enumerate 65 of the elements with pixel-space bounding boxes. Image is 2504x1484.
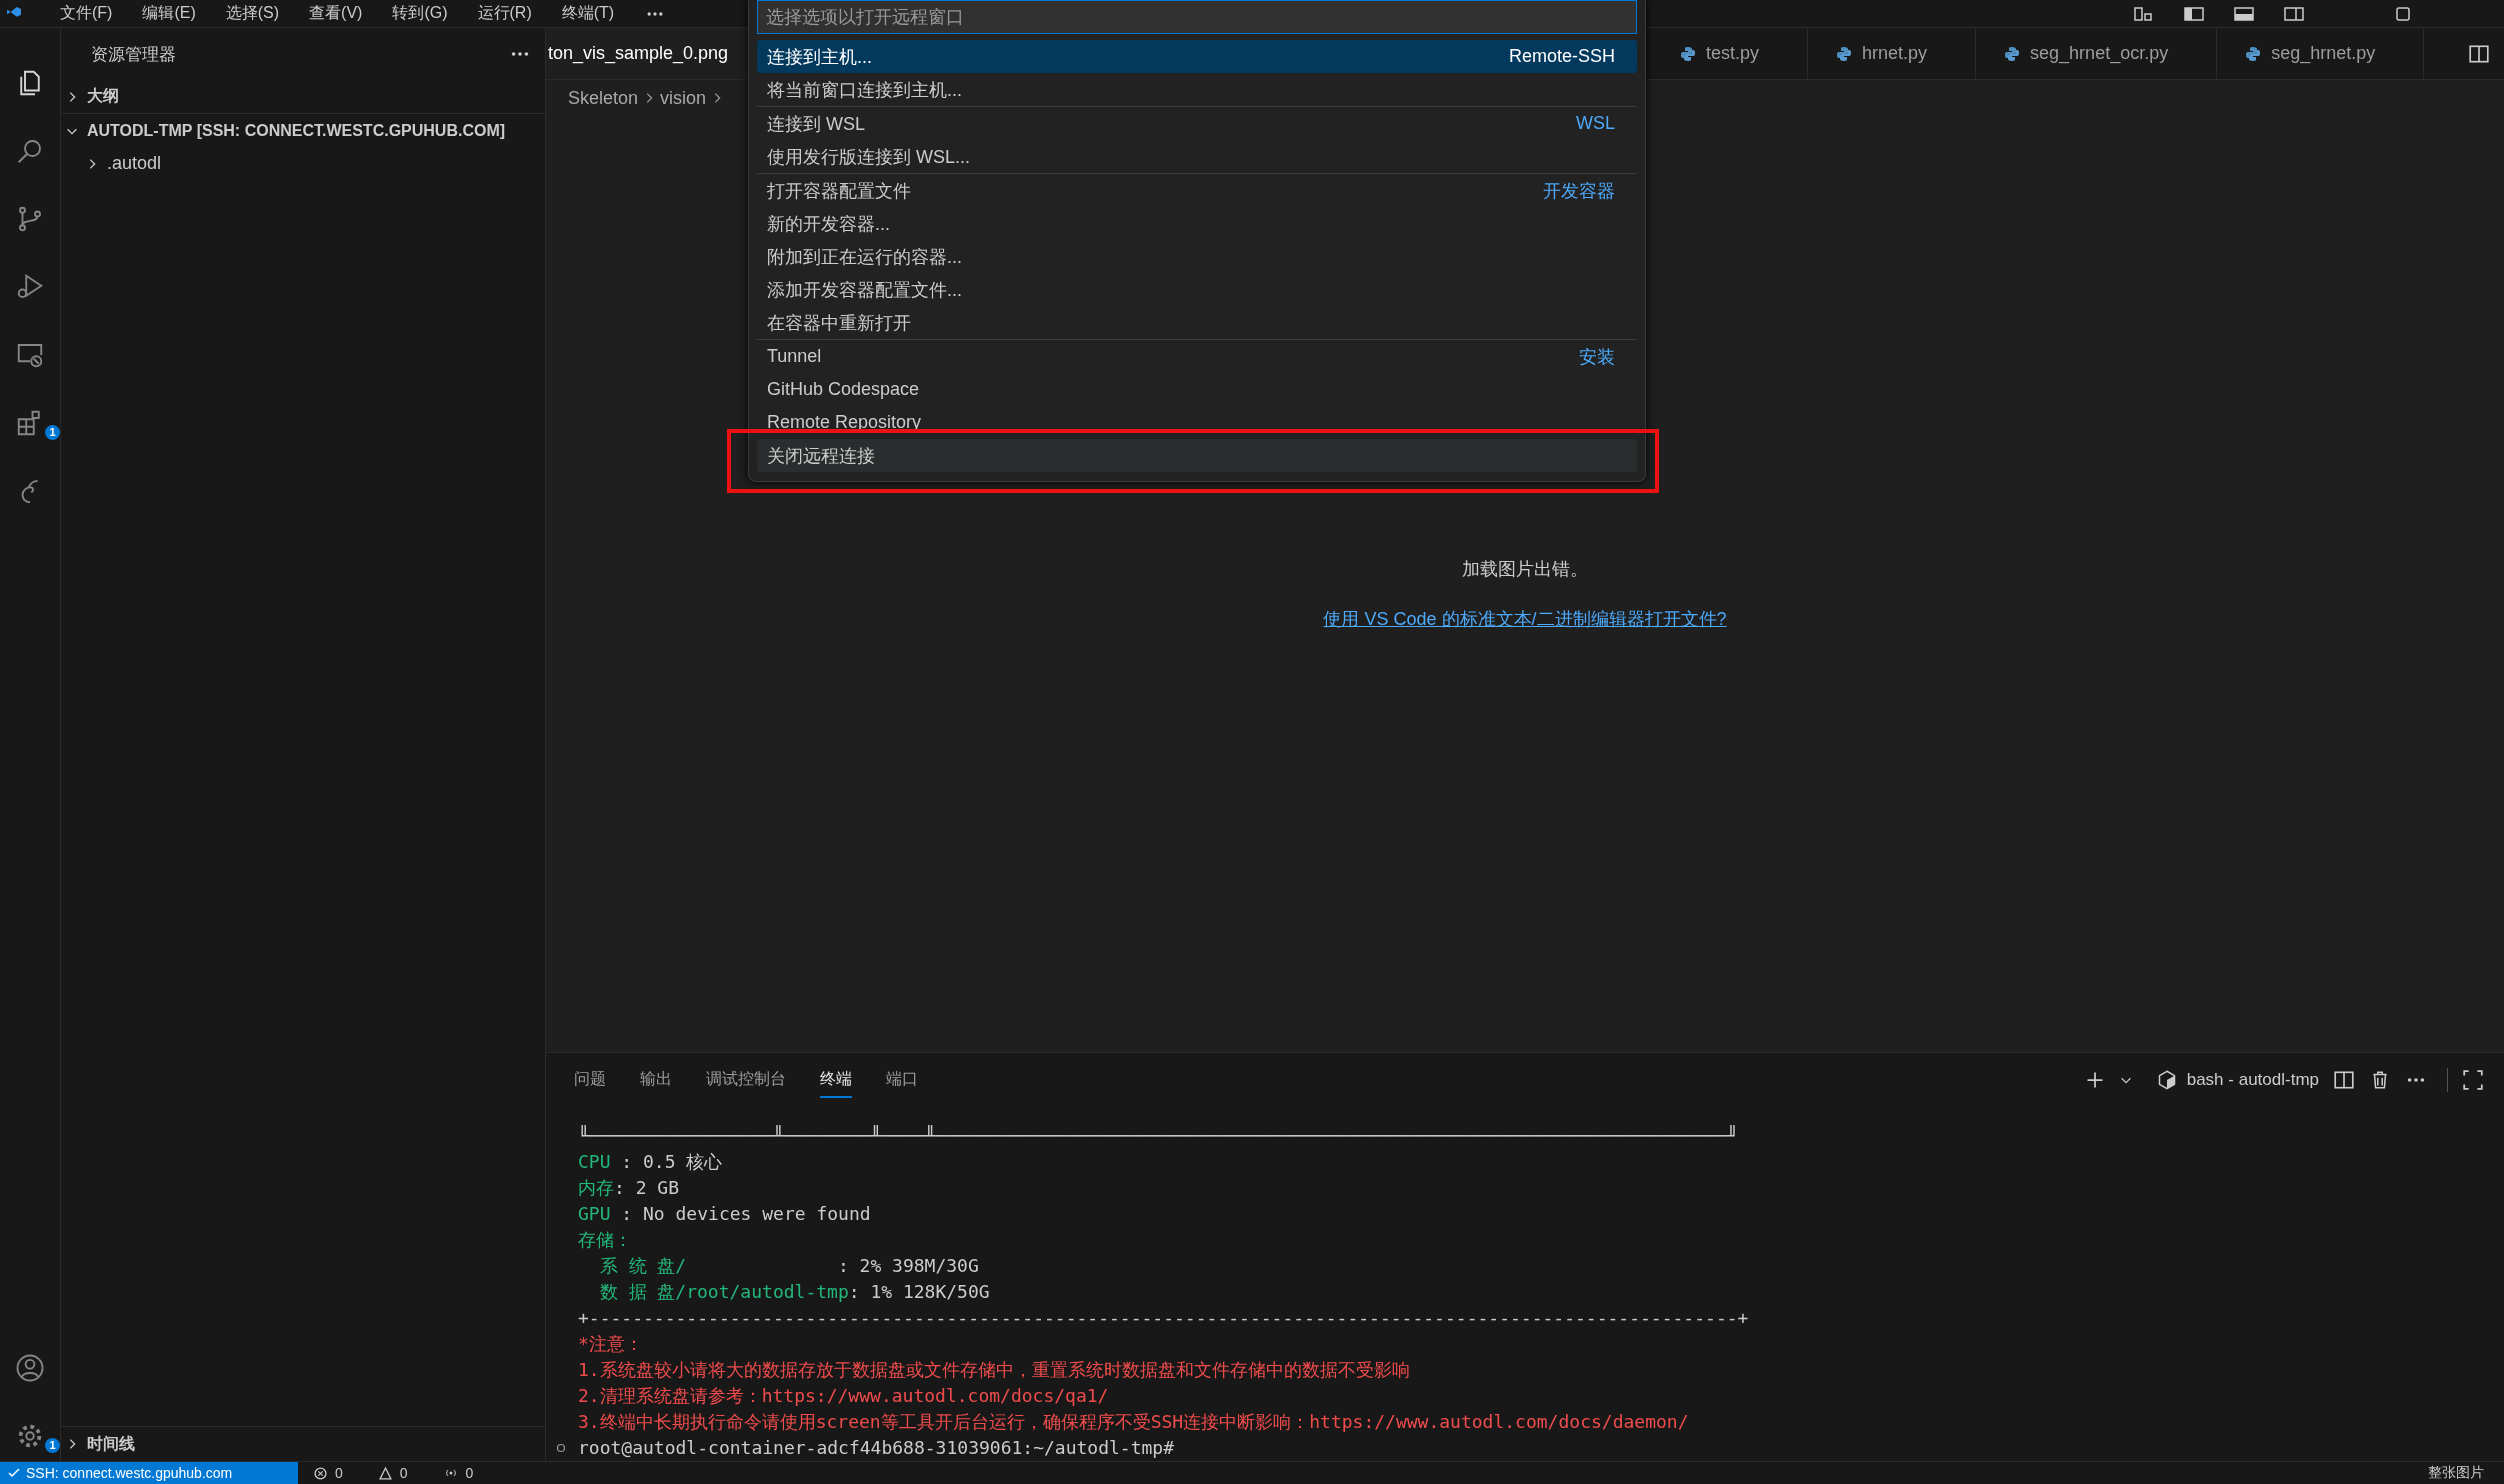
item-category: WSL (1576, 113, 1615, 134)
quick-pick-item[interactable]: 在容器中重新打开 (757, 306, 1637, 339)
terminal-label: 系 统 盘/ (598, 1255, 687, 1276)
terminal-label: CPU (578, 1151, 611, 1172)
quick-pick-item[interactable]: 新的开发容器... (757, 207, 1637, 240)
section-header[interactable]: AUTODL-TMP [SSH: CONNECT.WESTC.GPUHUB.COM] (61, 113, 545, 147)
remote-indicator[interactable]: SSH: connect.westc.gpuhub.com (0, 1462, 298, 1484)
terminal-warning: 1.系统盘较小请将大的数据存放于数据盘或文件存储中，重置系统时数据盘和文件存储中的数据不受影响 (578, 1359, 1410, 1380)
terminal-warning: 3.终端中长期执行命令请使用screen等工具开后台运行，确保程序不受SSH连接中断影响：https://www.autodl.com/docs/daemon/ (578, 1411, 1689, 1432)
sidebar-title: 资源管理器 (91, 43, 176, 66)
panel-tab[interactable]: 问题 (574, 1062, 606, 1098)
menu-item[interactable]: 选择(S) (225, 3, 280, 24)
menu-item[interactable]: 运行(R) (477, 3, 532, 24)
editor-tab[interactable]: ton_vis_sample_0.png (546, 28, 747, 79)
menu-item[interactable]: 文件(F) (60, 3, 113, 24)
quick-pick-item[interactable]: 使用发行版连接到 WSL... (757, 140, 1637, 173)
panel-tab[interactable]: 端口 (886, 1062, 918, 1098)
menu-item[interactable]: 查看(V) (309, 3, 363, 24)
breadcrumb-item[interactable]: vision (660, 87, 707, 109)
terminal-name[interactable]: bash - autodl-tmp (2186, 1070, 2319, 1090)
breadcrumb-item[interactable]: Skeleton (568, 87, 639, 109)
quick-pick-item[interactable]: 连接到主机... Remote-SSH (757, 40, 1637, 73)
quick-pick-item[interactable]: 关闭远程连接 (757, 439, 1637, 472)
terminal-label: 存储： (578, 1229, 632, 1250)
panel-tab[interactable]: 输出 (640, 1062, 672, 1098)
terminal-text: : 2 GB (614, 1177, 680, 1198)
error-message: 加载图片出错。 (1462, 558, 1588, 581)
quick-pick-item[interactable]: Remote Repository (757, 406, 1637, 439)
status-item[interactable]: 整张图片 (2428, 1464, 2484, 1482)
quick-pick-item[interactable]: 将当前窗口连接到主机... (757, 73, 1637, 106)
quick-pick-item[interactable]: 添加开发容器配置文件... (757, 273, 1637, 306)
quick-pick-input[interactable]: 选择选项以打开远程窗口 (757, 0, 1637, 34)
notification-badge: 1 (45, 1437, 60, 1453)
notification-badge: 1 (45, 424, 60, 440)
terminal-label: 数 据 盘/root/autodl-tmp (598, 1281, 849, 1302)
terminal-text: : 0.5 核心 (620, 1151, 723, 1172)
open-anyway-link[interactable]: 使用 VS Code 的标准文本/二进制编辑器打开文件? (1323, 607, 1727, 631)
terminal-prompt: root@autodl-container-adcf44b688-31039061:~/autodl-tmp# (578, 1436, 1175, 1460)
terminal-text: : 2% 398M/30G (836, 1255, 979, 1276)
tree-item[interactable]: .autodl (61, 147, 545, 180)
terminal-warning: 2.清理系统盘请参考：https://www.autodl.com/docs/qa1/ (578, 1385, 1109, 1406)
quick-pick-item[interactable]: 打开容器配置文件 开发容器 (757, 174, 1637, 207)
terminal-warning: *注意： (578, 1333, 643, 1354)
terminal-label: 内存 (578, 1177, 614, 1198)
menu-item[interactable]: 终端(T) (561, 3, 615, 24)
terminal-text: +----------------------------------------------------------------------------------------------------------+ (578, 1307, 1749, 1328)
item-category: 开发容器 (1543, 179, 1615, 203)
quick-pick-item[interactable]: 连接到 WSL WSL (757, 107, 1637, 140)
error-count[interactable]: 0 (335, 1465, 343, 1481)
warning-count[interactable]: 0 (399, 1465, 408, 1481)
quick-pick-item[interactable]: GitHub Codespace (757, 373, 1637, 406)
terminal-label: GPU (578, 1203, 611, 1224)
panel-tab[interactable]: 调试控制台 (706, 1062, 786, 1098)
terminal-text: ╙─────────────────╨────────╨────╨─────────────────────────────────────────────────────────────────────────╜ (578, 1125, 1738, 1146)
menu-item[interactable]: 转到(G) (392, 3, 448, 24)
port-count[interactable]: 0 (465, 1465, 474, 1481)
quick-pick-item[interactable]: 附加到正在运行的容器... (757, 240, 1637, 273)
terminal-text: : No devices were found (620, 1203, 871, 1224)
section-header[interactable]: 大纲 (61, 80, 545, 113)
panel-tab[interactable]: 终端 (820, 1062, 852, 1098)
item-category: Remote-SSH (1508, 46, 1615, 67)
item-category: 安装 (1579, 345, 1615, 369)
quick-pick-item[interactable]: Tunnel 安装 (757, 340, 1637, 373)
menu-item[interactable]: 编辑(E) (142, 3, 196, 24)
terminal-text: : 1% 128K/50G (848, 1281, 990, 1302)
